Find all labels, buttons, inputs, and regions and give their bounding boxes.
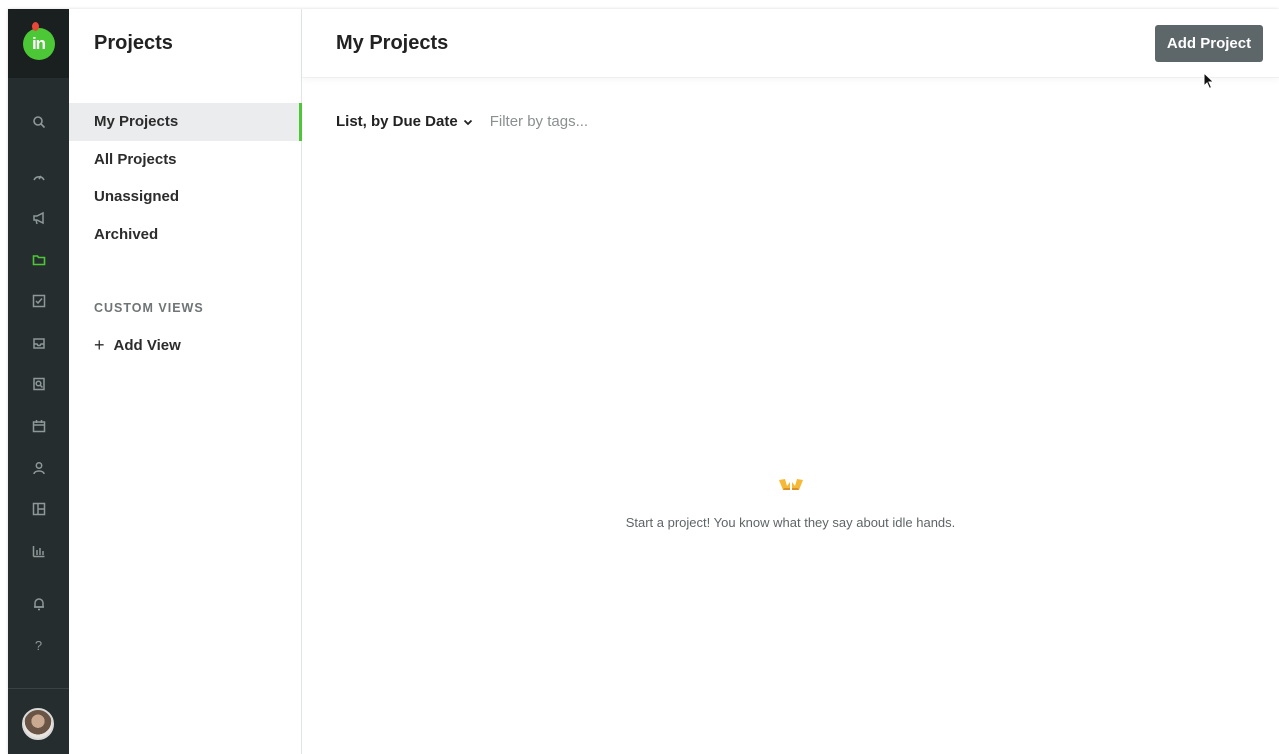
sidebar-title: Projects [94, 32, 173, 54]
megaphone-icon[interactable] [8, 206, 69, 230]
review-icon[interactable] [8, 372, 69, 396]
empty-message: Start a project! You know what they say … [625, 515, 956, 530]
add-view-button[interactable]: + Add View [94, 336, 181, 354]
custom-views-label: CUSTOM VIEWS [94, 301, 204, 315]
search-icon[interactable] [8, 110, 69, 134]
folder-icon[interactable] [8, 248, 69, 272]
chart-icon[interactable] [8, 539, 69, 563]
add-project-button[interactable]: Add Project [1155, 25, 1263, 62]
sidebar-item-all-projects[interactable]: All Projects [69, 141, 302, 179]
main-header: My Projects [302, 9, 1279, 78]
plus-icon: + [94, 335, 105, 355]
page-title: My Projects [336, 31, 449, 54]
sidebar-nav: My Projects All Projects Unassigned Arch… [69, 103, 302, 253]
icon-rail: in ? [8, 9, 69, 754]
empty-state: Start a project! You know what they say … [302, 477, 1279, 530]
calendar-icon[interactable] [8, 414, 69, 438]
checkbox-icon[interactable] [8, 289, 69, 313]
board-icon[interactable] [8, 497, 69, 521]
dashboard-icon[interactable] [8, 164, 69, 188]
sidebar-item-archived[interactable]: Archived [69, 216, 302, 254]
avatar[interactable] [22, 708, 54, 740]
add-view-label: Add View [113, 336, 181, 354]
chevron-down-icon [463, 119, 472, 125]
filter-bar: List, by Due Date [336, 113, 690, 130]
raised-hands-icon [778, 479, 803, 490]
inbox-icon[interactable] [8, 331, 69, 355]
main-content: My Projects Add Project List, by Due Dat… [302, 9, 1279, 754]
app-window: in ? Projects My Projects All Projects U… [8, 9, 1279, 754]
mouse-cursor-icon [1203, 72, 1215, 90]
sidebar-item-unassigned[interactable]: Unassigned [69, 178, 302, 216]
sort-dropdown[interactable]: List, by Due Date [336, 113, 473, 130]
app-logo: in [22, 21, 55, 60]
rail-divider [8, 688, 69, 689]
person-icon[interactable] [8, 456, 69, 480]
sidebar-item-my-projects[interactable]: My Projects [69, 103, 302, 141]
sidebar-header: Projects [69, 9, 301, 78]
help-icon[interactable]: ? [8, 633, 69, 657]
logo-area[interactable]: in [8, 9, 69, 78]
tag-filter-input[interactable] [489, 113, 690, 130]
projects-sidebar: Projects My Projects All Projects Unassi… [69, 9, 302, 754]
bell-icon[interactable] [8, 592, 69, 616]
sort-label: List, by Due Date [336, 113, 458, 130]
